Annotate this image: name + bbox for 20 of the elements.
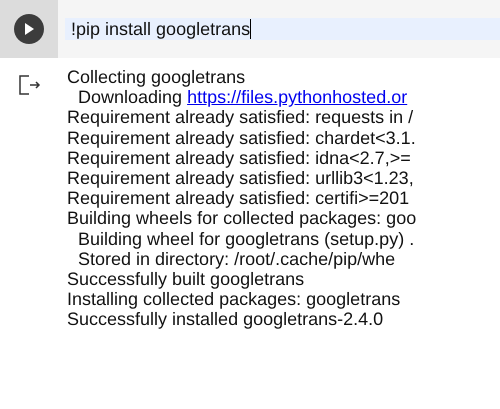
- output-line: Downloading: [78, 87, 184, 108]
- output-line: Installing collected packages: googletrans: [67, 289, 402, 310]
- output-line: Successfully installed googletrans-2.4.0: [67, 309, 384, 330]
- play-icon: [24, 23, 34, 35]
- output-line: Requirement already satisfied: certifi>=201: [67, 188, 410, 208]
- output-line: Building wheels for collected packages: goo: [67, 208, 418, 229]
- output-line: Requirement already satisfied: chardet<3.1.: [67, 128, 417, 148]
- output-line: Requirement already satisfied: idna<2.7,>=: [67, 148, 412, 168]
- code-text: !pip install googletrans: [71, 18, 250, 40]
- output-line: Requirement already satisfied: requests in /: [67, 107, 414, 128]
- text-cursor: [250, 19, 252, 39]
- output-line: Stored in directory: /root/.cache/pip/whe: [77, 248, 396, 270]
- run-button[interactable]: [14, 14, 44, 44]
- code-editor[interactable]: !pip install googletrans: [65, 18, 500, 40]
- output-line: Collecting googletrans: [67, 67, 246, 88]
- output-line: Successfully built googletrans: [67, 269, 306, 290]
- download-link[interactable]: https://files.pythonhosted.or: [187, 87, 408, 108]
- output-line: Building wheel for googletrans (setup.py) .: [77, 228, 416, 249]
- output-line: Requirement already satisfied: urllib3<1.23,: [67, 168, 415, 188]
- output-icon: [19, 75, 41, 95]
